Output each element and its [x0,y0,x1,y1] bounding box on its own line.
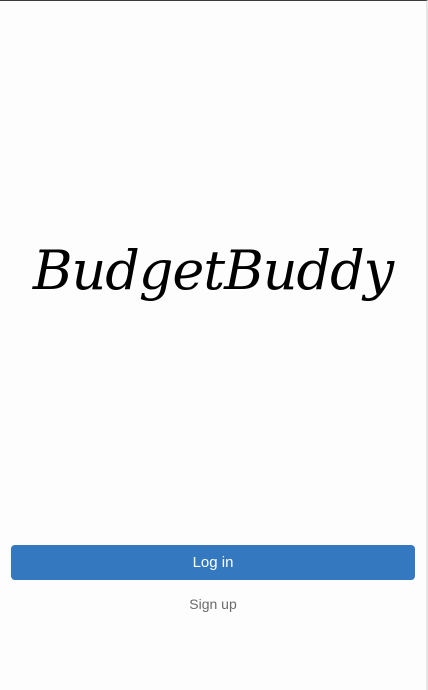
login-button[interactable]: Log in [11,545,415,580]
app-logo: BudgetBuddy [32,239,394,302]
welcome-screen: BudgetBuddy Log in Sign up [0,0,428,690]
signup-link[interactable]: Sign up [0,593,426,615]
